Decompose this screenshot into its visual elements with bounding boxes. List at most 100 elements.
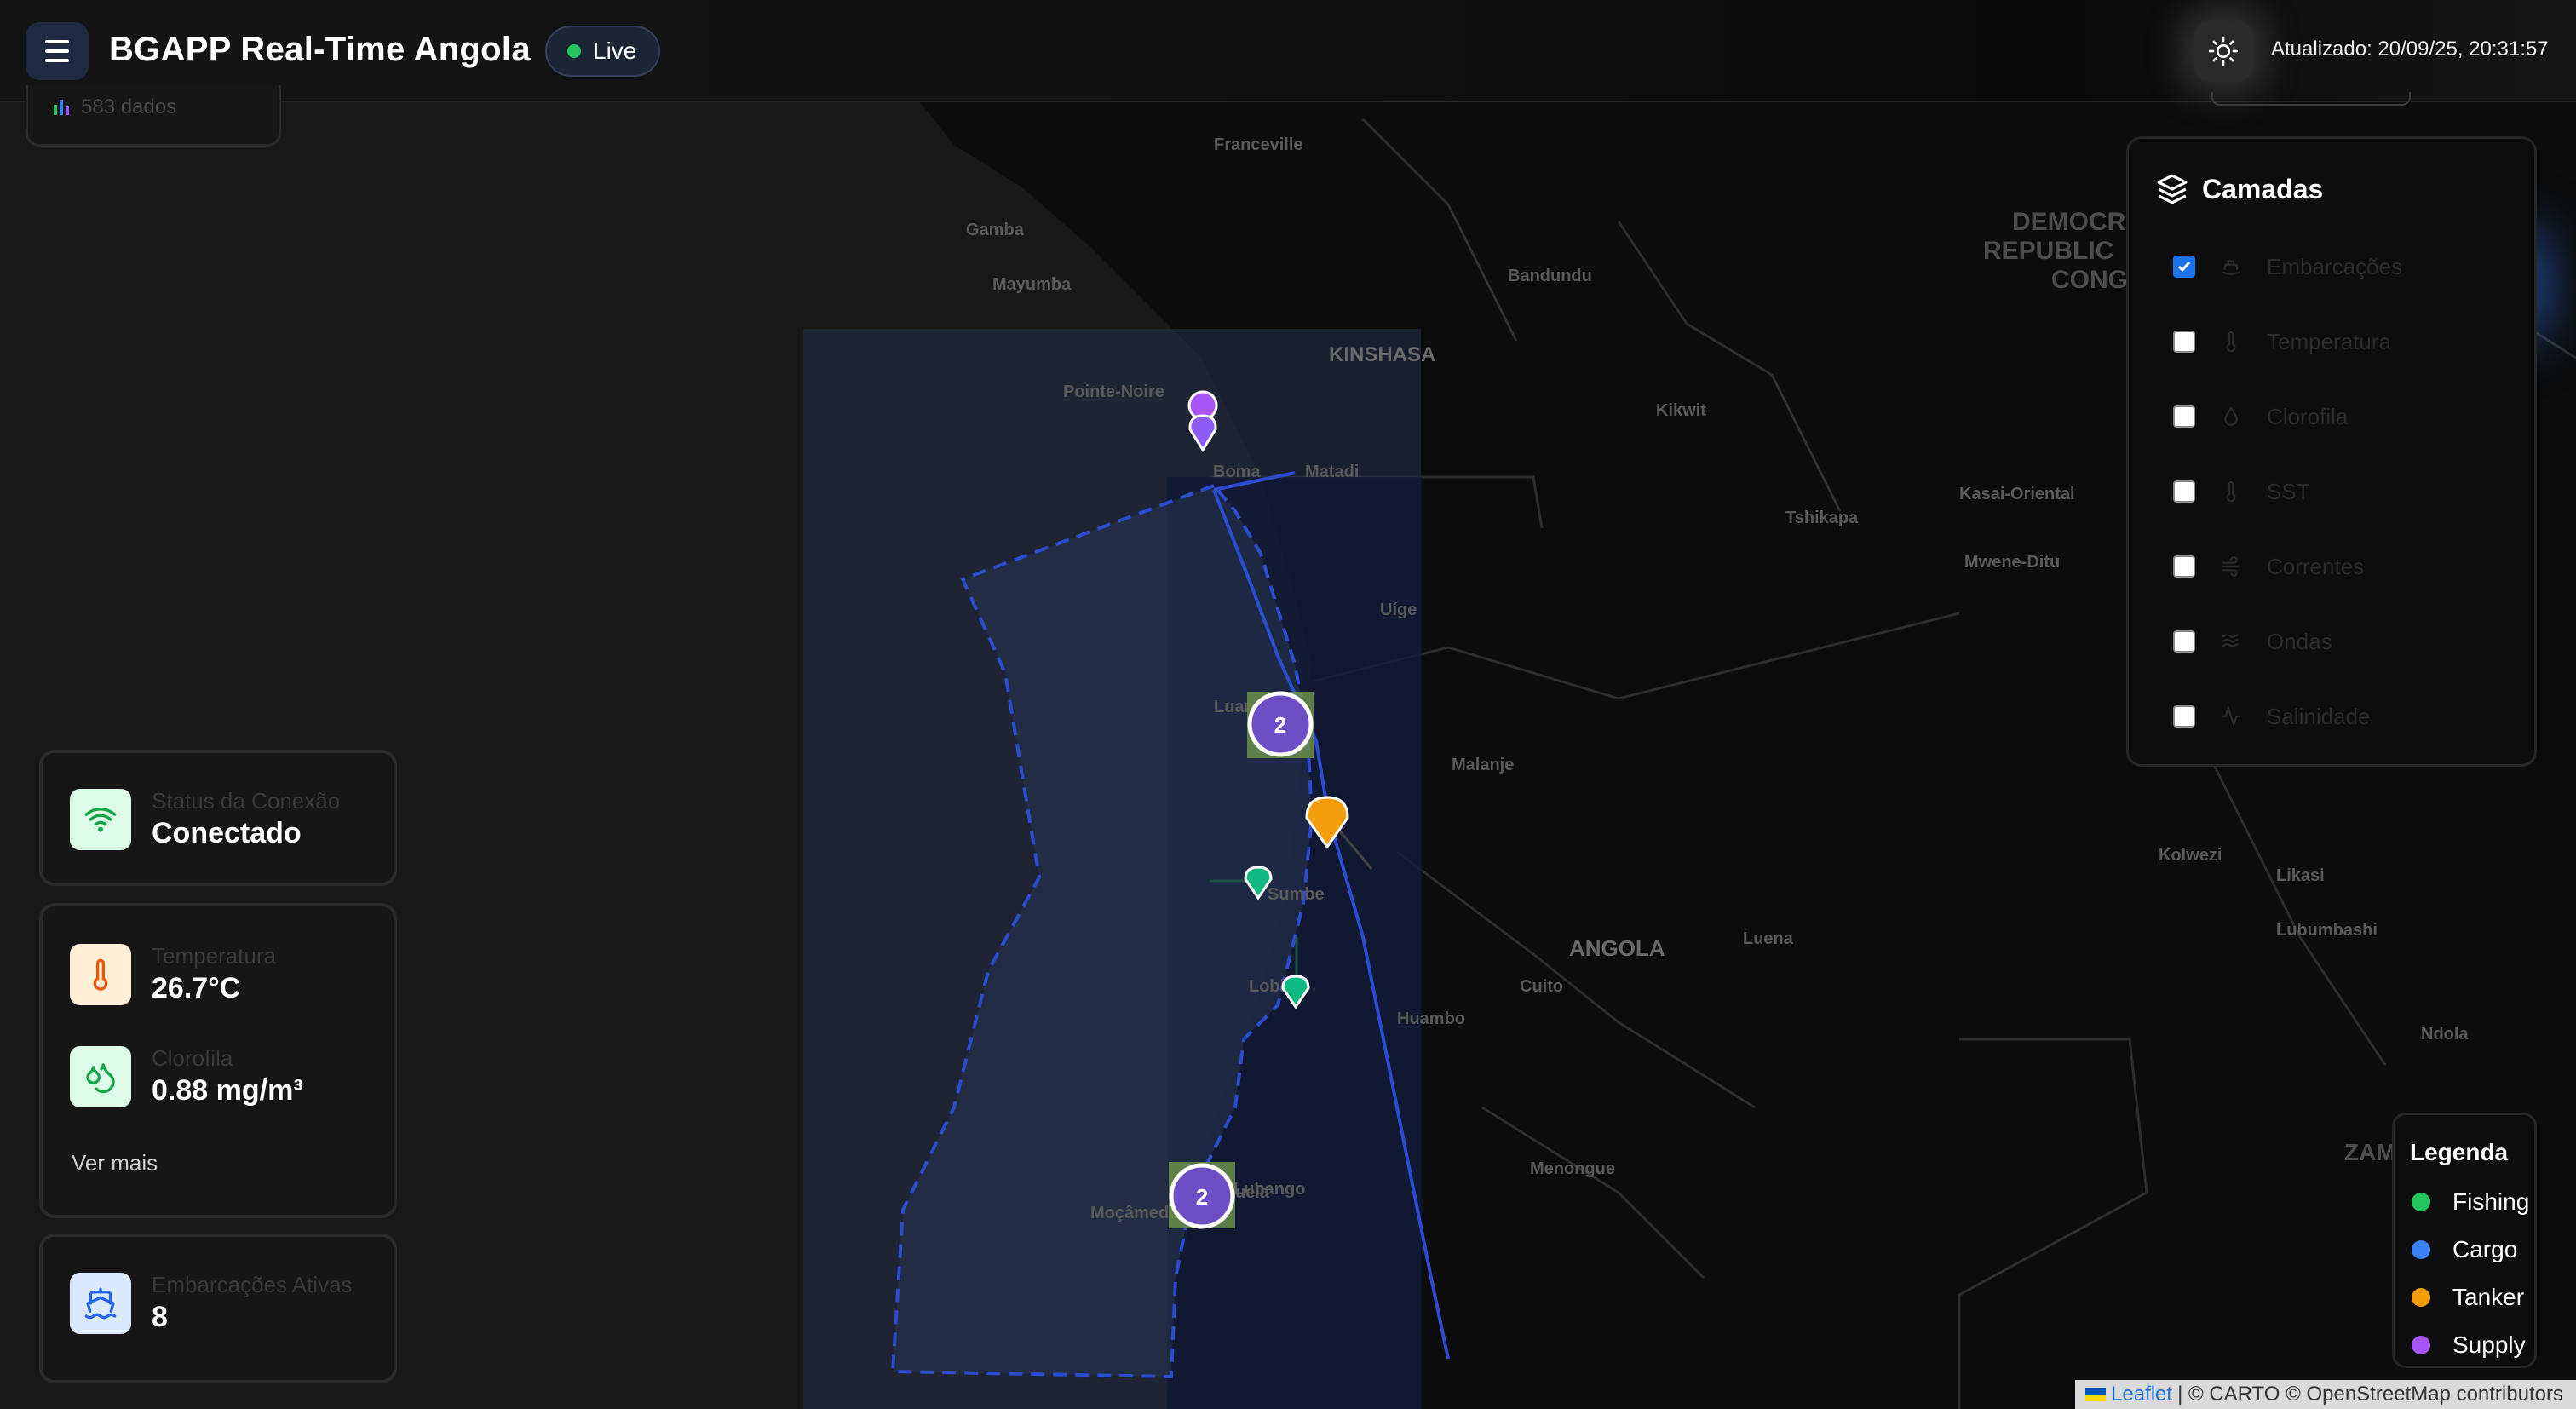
hamburger-icon xyxy=(45,40,69,43)
place-label: Likasi xyxy=(2276,866,2325,885)
layer-checkbox[interactable] xyxy=(2173,705,2195,728)
hamburger-icon-bar xyxy=(45,49,69,53)
sun-icon xyxy=(2208,36,2239,66)
place-label: Kasai-Oriental xyxy=(1959,485,2075,503)
place-label: Lubumbashi xyxy=(2276,921,2378,940)
wind-icon xyxy=(2219,555,2243,578)
place-label: Mayumba xyxy=(992,275,1072,294)
legend-item: Cargo xyxy=(2412,1236,2517,1263)
live-badge: Live xyxy=(545,26,661,77)
check-icon xyxy=(2177,262,2191,273)
environment-card: Temperatura 26.7°C Clorofila 0.88 mg/m³ … xyxy=(39,903,397,1218)
layer-toggle-salinidade[interactable]: Salinidade xyxy=(2173,699,2370,733)
chlorophyll-label: Clorofila xyxy=(152,1045,233,1071)
vessel-cluster[interactable]: 2 xyxy=(1247,691,1314,758)
legend-dot-icon xyxy=(2412,1288,2430,1307)
live-label: Live xyxy=(593,37,637,64)
legend-item: Fishing xyxy=(2412,1188,2529,1216)
droplets-icon xyxy=(2219,405,2243,428)
layer-toggle-clorofila[interactable]: Clorofila xyxy=(2173,400,2348,434)
temperature-value: 26.7°C xyxy=(152,972,241,1004)
legend-dot-icon xyxy=(2412,1336,2430,1354)
menu-button[interactable] xyxy=(26,22,89,80)
droplets-icon xyxy=(70,1046,131,1107)
app-title: BGAPP Real-Time Angola xyxy=(109,31,531,68)
place-label: Bandundu xyxy=(1508,267,1592,285)
ship-icon xyxy=(70,1273,131,1334)
waves-icon xyxy=(2219,630,2243,653)
layer-label: Correntes xyxy=(2267,553,2365,579)
ship-icon xyxy=(2219,255,2243,279)
place-label: Menongue xyxy=(1530,1159,1615,1178)
thermometer-icon xyxy=(2219,480,2243,503)
place-label: Uíge xyxy=(1380,601,1417,619)
data-count-label: 583 dados xyxy=(81,95,177,118)
chlorophyll-value: 0.88 mg/m³ xyxy=(152,1074,303,1107)
active-vessels-card: Embarcações Ativas 8 xyxy=(39,1234,397,1383)
layer-toggle-sst[interactable]: SST xyxy=(2173,474,2310,509)
leaflet-link[interactable]: Leaflet xyxy=(2111,1383,2172,1406)
legend-item: Supply xyxy=(2412,1331,2526,1359)
svg-text:2: 2 xyxy=(1274,712,1286,738)
thermometer-icon xyxy=(2219,330,2243,354)
layer-toggle-temperatura[interactable]: Temperatura xyxy=(2173,325,2391,359)
place-label: Malanje xyxy=(1452,756,1514,774)
layer-toggle-ondas[interactable]: Ondas xyxy=(2173,624,2332,658)
legend-panel: Legenda Fishing Cargo Tanker Supply xyxy=(2392,1113,2537,1368)
svg-text:2: 2 xyxy=(1196,1184,1208,1210)
layer-label: Embarcações xyxy=(2267,253,2402,279)
layers-icon xyxy=(2157,174,2188,204)
legend-label: Tanker xyxy=(2452,1284,2525,1310)
layer-checkbox[interactable] xyxy=(2173,555,2195,578)
layers-title: Camadas xyxy=(2202,173,2324,204)
layers-panel: Camadas Embarcações Temperatura Clorofila S… xyxy=(2126,136,2537,767)
last-updated: Atualizado: 20/09/25, 20:31:57 xyxy=(2271,37,2549,60)
place-label: Boma xyxy=(1213,463,1261,481)
layer-label: Temperatura xyxy=(2267,328,2391,354)
place-label: Sumbe xyxy=(1268,885,1325,904)
connection-value: Conectado xyxy=(152,817,302,849)
app-header: BGAPP Real-Time Angola Live Atualizado: … xyxy=(0,0,2576,102)
layer-toggle-correntes[interactable]: Correntes xyxy=(2173,549,2364,584)
see-more-link[interactable]: Ver mais xyxy=(72,1150,158,1176)
bar-chart-icon xyxy=(54,100,69,115)
temperature-label: Temperatura xyxy=(152,943,276,969)
legend-label: Fishing xyxy=(2452,1188,2530,1215)
thermometer-icon xyxy=(70,944,131,1005)
live-dot-icon xyxy=(567,44,581,58)
ukraine-flag-icon xyxy=(2085,1388,2106,1401)
layer-checkbox[interactable] xyxy=(2173,405,2195,428)
place-label: Huambo xyxy=(1397,1009,1465,1028)
place-label: Cuito xyxy=(1520,977,1563,996)
place-label: Gamba xyxy=(966,221,1025,239)
layers-header: Camadas xyxy=(2156,173,2323,205)
place-label: REPUBLIC xyxy=(1983,237,2113,265)
place-label: KINSHASA xyxy=(1329,343,1435,366)
place-label: ANGOLA xyxy=(1569,935,1665,961)
layer-label: SST xyxy=(2267,478,2310,504)
layer-toggle-embarcações[interactable]: Embarcações xyxy=(2173,250,2402,284)
layer-checkbox[interactable] xyxy=(2173,331,2195,353)
place-label: Kikwit xyxy=(1656,401,1706,420)
legend-title: Legenda xyxy=(2410,1139,2509,1165)
place-label: Ndola xyxy=(2421,1025,2469,1044)
vessels-value: 8 xyxy=(152,1301,168,1333)
control-stub xyxy=(2211,92,2411,106)
layer-checkbox[interactable] xyxy=(2173,480,2195,503)
theme-toggle-button[interactable] xyxy=(2194,22,2252,80)
layer-checkbox[interactable] xyxy=(2173,256,2195,278)
vessels-label: Embarcações Ativas xyxy=(152,1272,353,1297)
layer-label: Ondas xyxy=(2267,628,2332,654)
legend-item: Tanker xyxy=(2412,1284,2524,1311)
place-label: Franceville xyxy=(1214,135,1303,154)
layer-label: Salinidade xyxy=(2267,703,2371,729)
attribution-text: | © CARTO © OpenStreetMap contributors xyxy=(2177,1383,2563,1406)
legend-label: Supply xyxy=(2452,1331,2526,1358)
layer-checkbox[interactable] xyxy=(2173,630,2195,653)
data-count-card: 583 dados xyxy=(26,85,281,147)
legend-dot-icon xyxy=(2412,1193,2430,1211)
activity-icon xyxy=(2219,704,2243,728)
place-label: Pointe-Noire xyxy=(1063,382,1164,401)
vessel-cluster[interactable]: 2 xyxy=(1169,1162,1235,1229)
legend-dot-icon xyxy=(2412,1240,2430,1259)
